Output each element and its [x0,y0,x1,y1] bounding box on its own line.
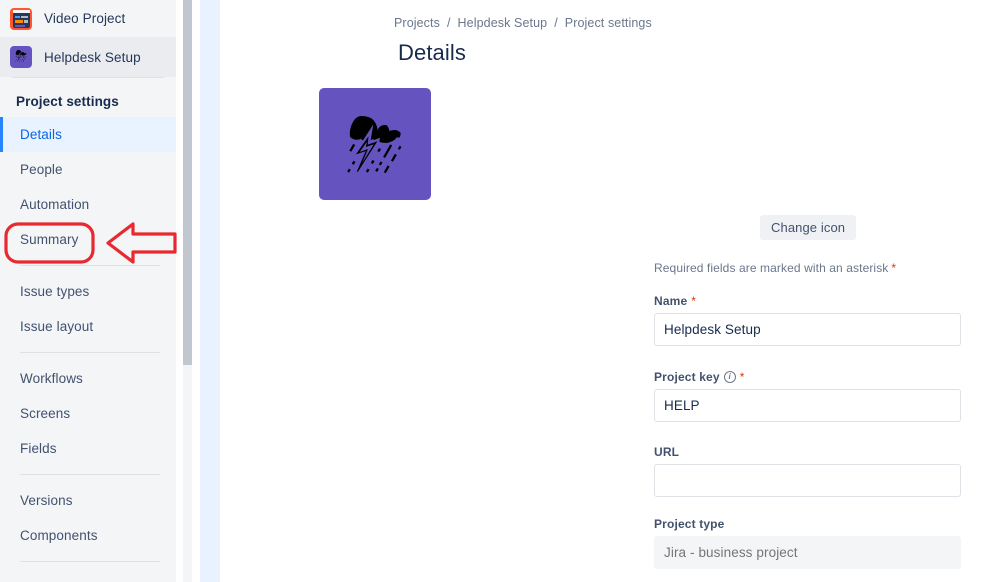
sidebar-item-issue-types[interactable]: Issue types [0,274,176,309]
breadcrumb-separator: / [554,16,558,30]
name-input[interactable] [654,313,961,346]
sidebar-group-separator [20,352,160,353]
sidebar-item-label: Screens [20,406,71,421]
sidebar-item-label: People [20,162,63,177]
field-name: Name * [654,294,961,346]
sidebar-item-screens[interactable]: Screens [0,396,176,431]
url-input[interactable] [654,464,961,497]
field-url-label: URL [654,445,961,459]
selection-highlight-band [200,0,220,582]
sidebar-item-label: Fields [20,441,57,456]
storm-cloud-icon: ⛈ [346,105,404,186]
field-name-label: Name * [654,294,961,308]
sidebar-item-label: Workflows [20,371,83,386]
project-sidebar: Video Project ⛈ Helpdesk Setup Project s… [0,0,176,582]
sidebar-item-label: Versions [20,493,73,508]
breadcrumb-item-projects[interactable]: Projects [394,16,440,30]
sidebar-item-components[interactable]: Components [0,518,176,553]
sidebar-project-label: Helpdesk Setup [44,49,141,65]
storm-cloud-icon: ⛈ [10,46,32,68]
sidebar-item-automation[interactable]: Automation [0,187,176,222]
sidebar-section-title: Project settings [16,94,119,109]
required-asterisk: * [739,370,745,384]
sidebar-item-label: Details [20,127,62,142]
field-label-text: URL [654,445,680,459]
required-asterisk: * [891,261,897,275]
sidebar-item-permissions[interactable]: Permissions [0,570,176,582]
field-label-text: Project type [654,517,725,531]
sidebar-item-label: Issue types [20,284,90,299]
sidebar-project-label: Video Project [44,11,126,26]
sidebar-item-label: Summary [20,232,79,247]
field-project-type: Project type [654,517,961,569]
breadcrumb: Projects / Helpdesk Setup / Project sett… [394,16,652,30]
sidebar-project-video-project[interactable]: Video Project [0,0,176,37]
field-project-type-label: Project type [654,517,961,531]
sidebar-item-fields[interactable]: Fields [0,431,176,466]
sidebar-item-details[interactable]: Details [0,117,176,152]
breadcrumb-item-project-settings[interactable]: Project settings [565,16,652,30]
project-key-input[interactable] [654,389,961,422]
page-title: Details [398,40,466,65]
sidebar-item-issue-layout[interactable]: Issue layout [0,309,176,344]
field-project-key-label: Project key i * [654,370,961,384]
project-avatar: ⛈ [319,88,431,200]
app-root: Video Project ⛈ Helpdesk Setup Project s… [0,0,999,582]
sidebar-item-people[interactable]: People [0,152,176,187]
sidebar-project-helpdesk-setup[interactable]: ⛈ Helpdesk Setup [0,37,176,77]
sidebar-scrollbar-thumb[interactable] [183,0,192,365]
field-label-text: Project key [654,370,720,384]
breadcrumb-item-helpdesk-setup[interactable]: Helpdesk Setup [458,16,548,30]
sidebar-item-summary[interactable]: Summary [0,222,176,257]
required-fields-note-text: Required fields are marked with an aster… [654,261,889,275]
required-asterisk: * [691,294,697,308]
video-project-icon [10,7,32,30]
breadcrumb-separator: / [446,16,451,30]
info-icon[interactable]: i [723,371,736,383]
sidebar-item-label: Components [20,528,98,543]
sidebar-item-versions[interactable]: Versions [0,483,176,518]
required-fields-note: Required fields are marked with an aster… [654,261,896,275]
storm-cloud-glyph: ⛈ [14,48,27,65]
sidebar-item-workflows[interactable]: Workflows [0,361,176,396]
sidebar-item-label: Issue layout [20,319,94,334]
sidebar-item-label: Automation [20,197,90,212]
field-label-text: Name [654,294,688,308]
field-project-key: Project key i * [654,370,961,422]
sidebar-group-separator [20,265,160,266]
sidebar-group-separator [20,561,160,562]
main-content: Projects / Helpdesk Setup / Project sett… [220,0,999,582]
field-url: URL [654,445,961,497]
change-icon-button[interactable]: Change icon [760,215,857,240]
project-type-input [654,536,961,569]
sidebar-group-separator [20,474,160,475]
